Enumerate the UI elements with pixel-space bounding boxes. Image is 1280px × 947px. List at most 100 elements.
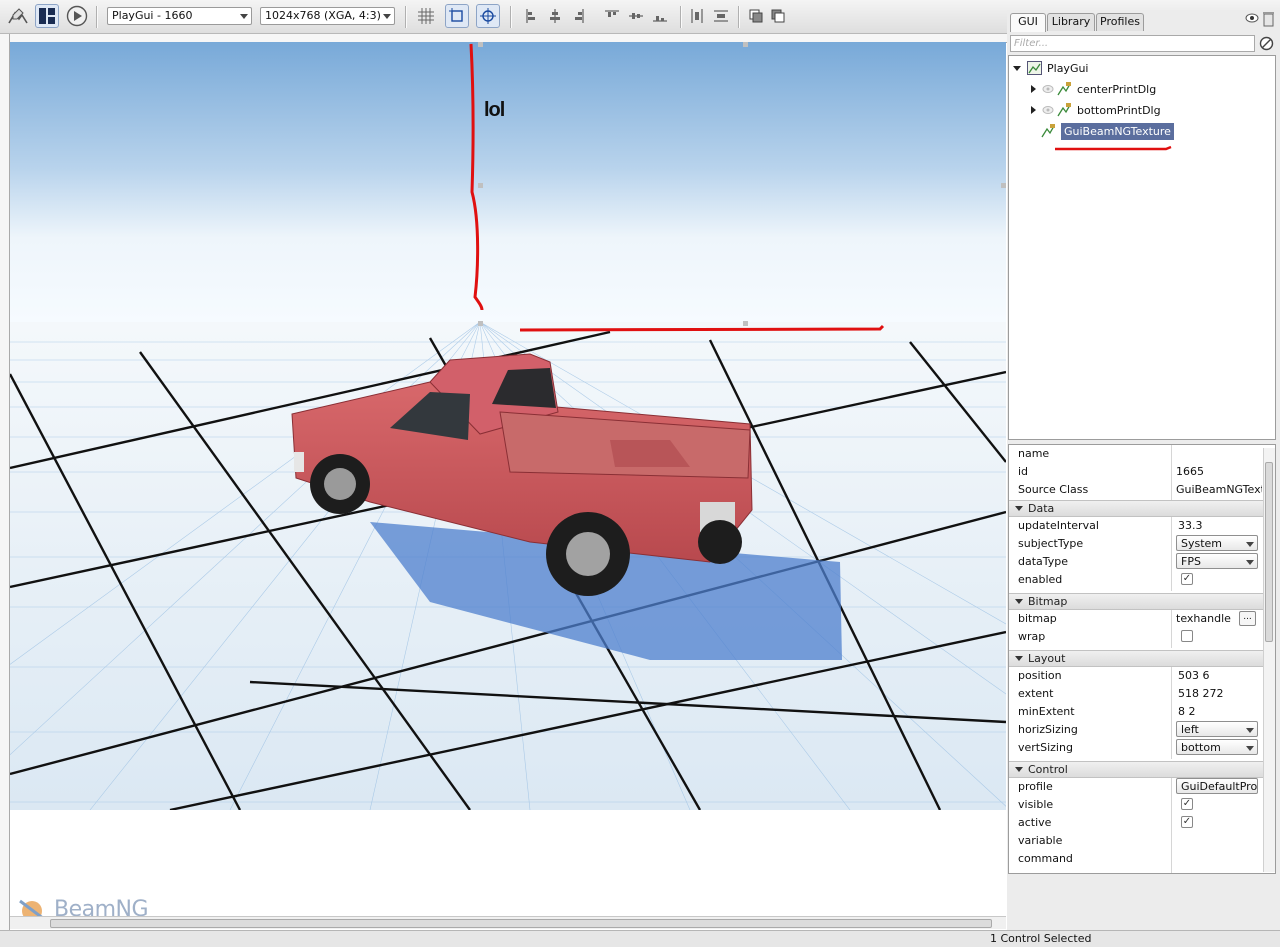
toolbar-separator [738,6,740,28]
filter-input[interactable]: Filter... [1010,35,1255,52]
clear-filter-icon[interactable] [1259,36,1274,54]
status-text: 1 Control Selected [990,932,1092,945]
distribute-horizontal-icon[interactable] [685,4,709,28]
resolution-select[interactable]: 1024x768 (XGA, 4:3) [260,7,395,25]
prop-variable: variable [1009,832,1263,850]
align-left-icon[interactable] [520,4,544,28]
snap-to-center-icon[interactable] [476,4,500,28]
group-data[interactable]: Data [1009,500,1263,517]
eye-icon[interactable] [1245,13,1259,26]
prop-value[interactable]: 503 6 [1178,669,1264,682]
prop-label: wrap [1018,630,1046,643]
active-checkbox[interactable]: ✓ [1181,816,1193,828]
prop-value[interactable]: 518 272 [1178,687,1264,700]
prop-active: active ✓ [1009,814,1263,832]
chevron-down-icon [1246,542,1254,547]
canvas-select[interactable]: PlayGui - 1660 [107,7,252,25]
tree-item-guibeamngtexture[interactable]: GuiBeamNGTexture [1041,121,1174,141]
prop-command: command [1009,850,1263,868]
tree-item-label: bottomPrintDlg [1077,103,1161,117]
dropdown-value: left [1181,723,1199,736]
eye-icon[interactable] [1042,105,1054,115]
inspector-scrollbar[interactable] [1263,448,1275,872]
play-gui-viewport[interactable] [10,42,1006,810]
align-top-icon[interactable] [600,4,624,28]
vertsizing-dropdown[interactable]: bottom [1176,739,1258,755]
collapse-icon[interactable] [1015,767,1023,772]
group-title: Control [1028,763,1068,776]
horizsizing-dropdown[interactable]: left [1176,721,1258,737]
trash-icon[interactable] [1263,11,1274,30]
tree-item-playgui[interactable]: PlayGui [1013,58,1089,78]
collapse-icon[interactable] [1015,599,1023,604]
profile-field[interactable]: GuiDefaultProfile [1176,778,1258,794]
gui-tree[interactable]: PlayGui centerPrintDlg bottomPrintDlg Gu… [1008,55,1276,440]
grid-icon[interactable] [414,4,438,28]
collapse-icon[interactable] [1015,506,1023,511]
prop-value: 1665 [1176,465,1204,478]
prop-value: GuiBeamNGTextu [1176,483,1262,496]
tree-item-bottomprintdlg[interactable]: bottomPrintDlg [1031,100,1161,120]
bring-to-front-icon[interactable] [744,4,768,28]
tree-item-label-selected: GuiBeamNGTexture [1061,122,1174,140]
scrollbar-thumb[interactable] [1265,462,1273,642]
prop-label: vertSizing [1018,741,1073,754]
align-middle-icon[interactable] [624,4,648,28]
group-bitmap[interactable]: Bitmap [1009,593,1263,610]
tree-item-label: PlayGui [1047,61,1089,75]
wrap-checkbox[interactable] [1181,630,1193,642]
collapse-icon[interactable] [1015,656,1023,661]
inspector-toggle-icon[interactable] [35,4,59,28]
group-layout[interactable]: Layout [1009,650,1263,667]
expand-icon[interactable] [1013,65,1021,71]
sky [10,42,1006,322]
expand-icon[interactable] [1031,106,1036,114]
prop-label: horizSizing [1018,723,1078,736]
prop-value[interactable]: 8 2 [1178,705,1264,718]
prop-label: updateInterval [1018,519,1099,532]
visible-checkbox[interactable]: ✓ [1181,798,1193,810]
distribute-vertical-icon[interactable] [709,4,733,28]
prop-label: name [1018,447,1050,460]
toolbar-separator [510,6,512,28]
send-to-back-icon[interactable] [766,4,790,28]
tree-item-centerprintdlg[interactable]: centerPrintDlg [1031,79,1156,99]
tab-library[interactable]: Library [1047,13,1095,31]
prop-profile: profile GuiDefaultProfile [1009,778,1263,796]
dropdown-value: FPS [1181,555,1201,568]
horizontal-scrollbar[interactable] [10,916,1006,929]
tab-profiles[interactable]: Profiles [1096,13,1144,31]
prop-minextent: minExtent 8 2 [1009,703,1263,721]
prop-value[interactable]: 33.3 [1178,519,1264,532]
enabled-checkbox[interactable]: ✓ [1181,573,1193,585]
gui-control-icon [1057,103,1071,117]
vertical-ruler [0,34,10,930]
tab-gui[interactable]: GUI [1010,13,1046,32]
prop-horizsizing: horizSizing left [1009,721,1263,739]
gui-control-icon [1027,61,1042,75]
property-inspector[interactable]: name id 1665 Source Class GuiBeamNGTextu D… [1008,444,1276,874]
gui-editor-icon[interactable] [6,4,30,28]
prop-label: dataType [1018,555,1069,568]
align-bottom-icon[interactable] [648,4,672,28]
prop-vertsizing: vertSizing bottom [1009,739,1263,757]
eye-icon[interactable] [1042,84,1054,94]
gui-text-control[interactable]: lol [484,99,505,122]
group-control[interactable]: Control [1009,761,1263,778]
subjecttype-dropdown[interactable]: System [1176,535,1258,551]
snap-to-edges-icon[interactable] [445,4,469,28]
align-center-icon[interactable] [543,4,567,28]
prop-label: variable [1018,834,1063,847]
play-icon[interactable] [65,4,89,28]
datatype-dropdown[interactable]: FPS [1176,553,1258,569]
scrollbar-thumb[interactable] [50,919,992,928]
group-title: Data [1028,502,1055,515]
align-right-icon[interactable] [566,4,590,28]
expand-icon[interactable] [1031,85,1036,93]
browse-button[interactable]: ... [1239,611,1256,626]
prop-label: minExtent [1018,705,1075,718]
group-title: Layout [1028,652,1066,665]
tree-item-label: centerPrintDlg [1077,82,1157,96]
prop-label: bitmap [1018,612,1057,625]
prop-label: position [1018,669,1062,682]
